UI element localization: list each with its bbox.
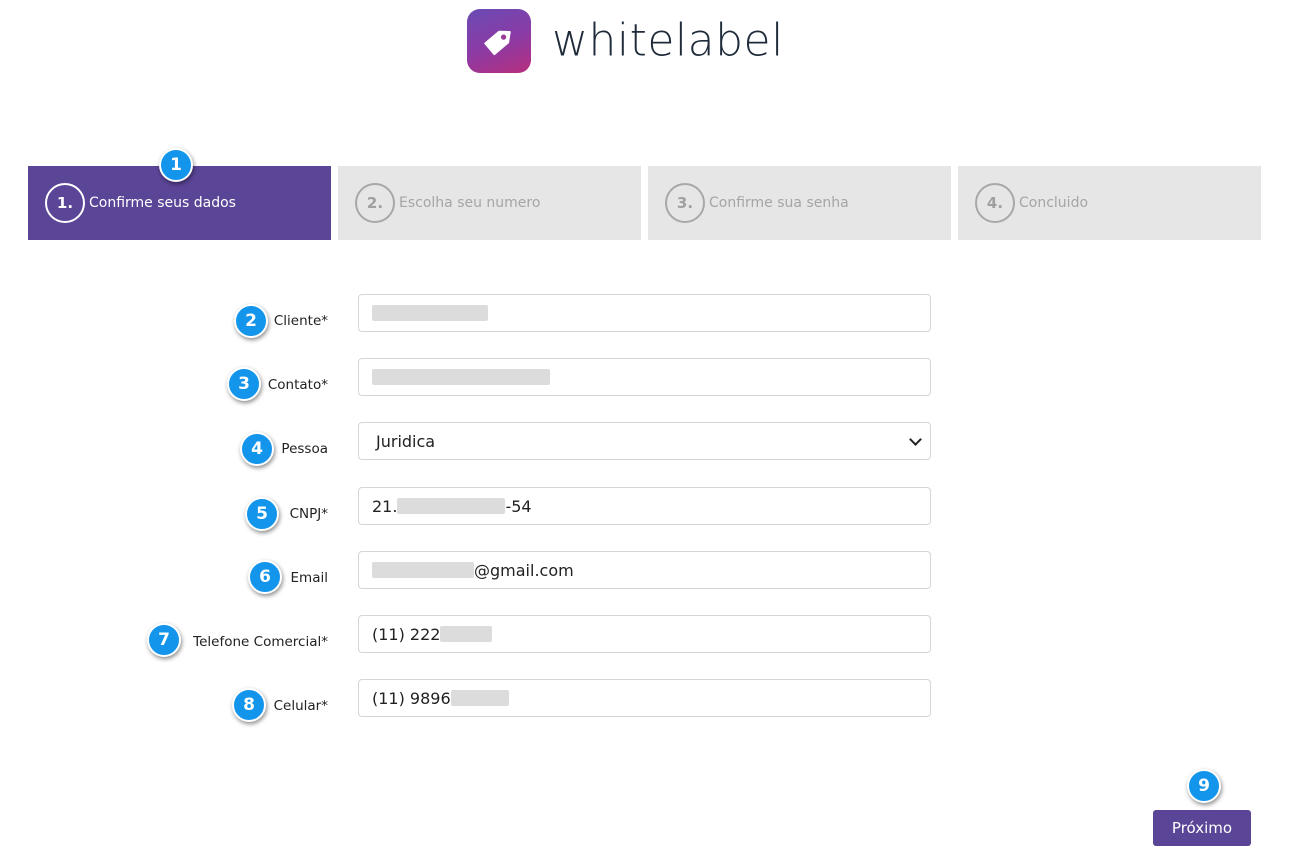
cnpj-value-end: -54 — [505, 496, 532, 516]
annotation-badge: 2 — [234, 304, 268, 338]
tag-icon — [467, 9, 531, 73]
annotation-badge: 8 — [232, 688, 266, 722]
annotation-badge: 3 — [227, 367, 261, 401]
pessoa-label: Pessoa — [281, 441, 328, 457]
brand-name: whitelabel — [552, 14, 784, 67]
step-confirme-senha[interactable]: 3. Confirme sua senha — [648, 166, 951, 240]
annotation-badge: 6 — [248, 560, 282, 594]
cnpj-label: CNPJ* — [289, 506, 328, 522]
redacted-value — [450, 690, 509, 706]
telefone-comercial-label: Telefone Comercial* — [193, 634, 328, 650]
redacted-value — [372, 562, 474, 578]
annotation-badge: 4 — [240, 432, 274, 466]
chevron-down-icon — [909, 433, 922, 446]
step-number: 3. — [665, 183, 705, 223]
annotation-badge: 7 — [147, 623, 181, 657]
step-number: 1. — [45, 183, 85, 223]
step-number: 2. — [355, 183, 395, 223]
celular-value-start: (11) 9896 — [372, 688, 451, 708]
telefone-comercial-field[interactable]: (11) 222 — [358, 615, 931, 653]
cliente-field[interactable] — [358, 294, 931, 332]
redacted-value — [397, 498, 506, 514]
telefone-value-start: (11) 222 — [372, 624, 441, 644]
step-label: Confirme seus dados — [89, 195, 236, 211]
cliente-label: Cliente* — [273, 313, 328, 329]
celular-field[interactable]: (11) 9896 — [358, 679, 931, 717]
step-label: Concluido — [1019, 195, 1089, 211]
brand-logo: whitelabel — [467, 9, 784, 73]
cnpj-value-start: 21. — [372, 496, 398, 516]
email-label: Email — [290, 570, 328, 586]
annotation-badge: 5 — [245, 497, 279, 531]
annotation-badge: 1 — [159, 148, 193, 182]
email-field[interactable]: @gmail.com — [358, 551, 931, 589]
contato-field[interactable] — [358, 358, 931, 396]
contato-label: Contato* — [267, 377, 328, 393]
pessoa-select[interactable]: Juridica — [358, 422, 931, 460]
redacted-value — [372, 305, 488, 321]
celular-label: Celular* — [273, 698, 328, 714]
step-concluido[interactable]: 4. Concluido — [958, 166, 1261, 240]
next-button[interactable]: Próximo — [1153, 810, 1251, 846]
step-escolha-numero[interactable]: 2. Escolha seu numero — [338, 166, 641, 240]
step-label: Confirme sua senha — [709, 195, 849, 211]
redacted-value — [440, 626, 493, 642]
email-value-end: @gmail.com — [474, 560, 574, 580]
cnpj-field[interactable]: 21. -54 — [358, 487, 931, 525]
step-number: 4. — [975, 183, 1015, 223]
step-label: Escolha seu numero — [399, 195, 541, 211]
annotation-badge: 9 — [1187, 769, 1221, 803]
pessoa-selected-value: Juridica — [376, 431, 436, 451]
redacted-value — [372, 369, 550, 385]
